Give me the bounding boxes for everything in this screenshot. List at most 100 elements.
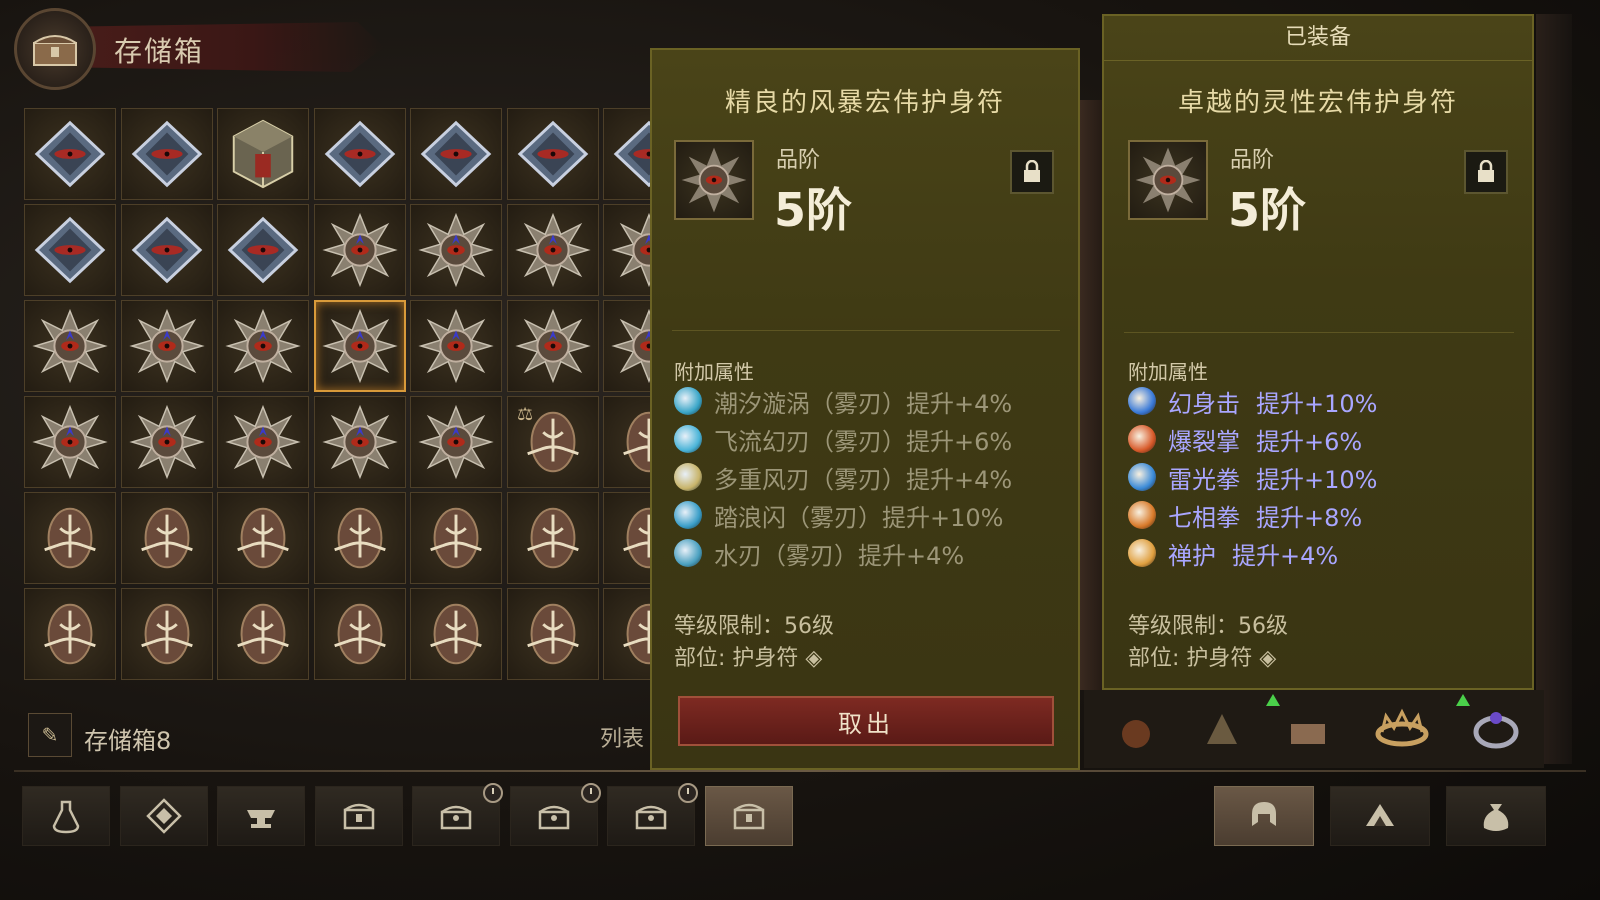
attributes-header: 附加属性: [1128, 360, 1208, 384]
inventory-slot-charm[interactable]: [506, 204, 599, 296]
inventory-slot-diamond[interactable]: [24, 204, 116, 296]
tab-ornate-chest[interactable]: [412, 783, 503, 846]
inventory-slot-rune[interactable]: [603, 396, 656, 488]
charm-icon: [321, 308, 398, 384]
level-requirement: 等级限制：56级: [1128, 614, 1288, 639]
inventory-slot-rune[interactable]: [313, 588, 406, 680]
lock-button[interactable]: [1464, 150, 1508, 194]
inventory-slot-charm[interactable]: [410, 300, 502, 392]
inventory-slot-charm[interactable]: [603, 300, 656, 392]
equip-slot[interactable]: [1094, 694, 1178, 764]
inventory-slot-rune[interactable]: [120, 588, 213, 680]
inventory-slot-rune[interactable]: [217, 588, 309, 680]
rune-icon: [526, 603, 579, 665]
tab-anvil[interactable]: [217, 786, 305, 846]
inventory-slot-rune[interactable]: [506, 588, 599, 680]
inventory-slot-charm[interactable]: [120, 300, 213, 392]
inventory-slot-charm[interactable]: [24, 396, 116, 488]
item-tooltip: 精良的风暴宏伟护身符 品阶 5阶 附加属性 等级限制：56级 部位: 护身符 ◈…: [650, 48, 1080, 770]
inventory-slot-rune[interactable]: [120, 492, 213, 584]
rune-icon: [333, 603, 386, 665]
skill-name: 雷光拳: [1168, 465, 1240, 494]
inventory-slot-charm[interactable]: [410, 204, 502, 296]
crown-ring-slot[interactable]: [1360, 694, 1444, 764]
inventory-slot-charm[interactable]: [217, 300, 309, 392]
inventory-slot-charm[interactable]: [506, 300, 599, 392]
attribute-text: 飞流幻刃（雾刃）提升+6%: [714, 427, 1013, 456]
attribute-text: 多重风刃（雾刃）提升+4%: [714, 465, 1013, 494]
inventory-slot-diamond[interactable]: [24, 108, 116, 200]
stash-title: 存储箱: [114, 35, 205, 68]
tab-bag[interactable]: [1446, 786, 1546, 846]
skill-name: 七相拳: [1168, 503, 1240, 532]
rune-icon: [430, 507, 482, 569]
charm-icon: [128, 404, 205, 480]
rune-icon: [44, 507, 96, 569]
rename-feather-button[interactable]: ✎: [28, 713, 72, 757]
inventory-slot-rune[interactable]: [410, 588, 502, 680]
skill-icon: [1128, 425, 1156, 453]
item-icon: [674, 140, 754, 220]
tab-helmet[interactable]: [1214, 786, 1314, 846]
inventory-slot-rune[interactable]: [603, 588, 656, 680]
inventory-slot-charm[interactable]: [313, 204, 406, 296]
inventory-slot-diamond[interactable]: [120, 108, 213, 200]
diamond-icon: [227, 216, 299, 284]
attribute-row: 禅护 提升+4%: [1128, 536, 1338, 570]
skill-bonus: 提升+8%: [1256, 503, 1363, 532]
item-title: 精良的风暴宏伟护身符: [724, 88, 1005, 118]
inventory-slot-diamond[interactable]: [603, 108, 656, 200]
right-edge-decoration: [1536, 14, 1572, 764]
inventory-slot-rune[interactable]: [24, 588, 116, 680]
inventory-slot-diamond[interactable]: [120, 204, 213, 296]
tab-chest[interactable]: [704, 786, 793, 846]
inventory-slot-diamond[interactable]: [217, 204, 309, 296]
inventory-slot-rune[interactable]: [313, 492, 406, 584]
equipped-item-icon: [1128, 140, 1208, 220]
take-out-button[interactable]: 取出: [678, 696, 1054, 746]
inventory-slot-charm[interactable]: [217, 396, 309, 488]
skill-icon: [674, 387, 702, 415]
inventory-slot-rune[interactable]: [24, 492, 116, 584]
inventory-slot-rune[interactable]: [506, 492, 599, 584]
list-view-button[interactable]: 列表: [600, 721, 644, 753]
inventory-slot-charm[interactable]: [313, 300, 406, 392]
inventory-slot-diamond[interactable]: [506, 108, 599, 200]
inventory-slot-charm[interactable]: [24, 300, 116, 392]
inventory-slot-rune[interactable]: [217, 492, 309, 584]
inventory-slot-charm[interactable]: [410, 396, 502, 488]
inventory-slot-charm[interactable]: [313, 396, 406, 488]
clock-icon: [678, 783, 698, 803]
equip-slot[interactable]: [1180, 694, 1264, 764]
tab-gem[interactable]: [119, 786, 208, 846]
attribute-row: 爆裂掌 提升+6%: [1128, 422, 1362, 456]
inventory-slot-rune[interactable]: [603, 492, 656, 584]
skill-bonus: 提升+6%: [1256, 427, 1363, 456]
diamond-icon: [131, 216, 202, 284]
tab-shard[interactable]: [1330, 786, 1430, 846]
charm-icon: [514, 212, 591, 288]
skill-icon: [674, 463, 702, 491]
stash-name: 存储箱8: [84, 727, 172, 755]
ring-slot[interactable]: [1454, 694, 1538, 764]
tab-potion[interactable]: [22, 786, 110, 846]
bag-icon: [1483, 804, 1509, 831]
inventory-slot-diamond[interactable]: [410, 108, 502, 200]
charm-icon: [32, 308, 108, 384]
inventory-slot-charm[interactable]: [603, 204, 656, 296]
equipment-slots: [1084, 690, 1544, 768]
divider: [14, 770, 1586, 772]
shard-icon: [1366, 804, 1394, 826]
inventory-slot-diamond[interactable]: [313, 108, 406, 200]
slot-info: 部位: 护身符 ◈: [674, 640, 822, 672]
inventory-slot-rune[interactable]: [410, 492, 502, 584]
tab-chest[interactable]: [314, 786, 403, 846]
rune-icon: [44, 603, 96, 665]
potion-icon: [52, 800, 80, 834]
inventory-slot-cube[interactable]: [217, 108, 309, 200]
lock-button[interactable]: [1010, 150, 1054, 194]
diamond-icon: [34, 120, 106, 188]
tab-ornate-chest[interactable]: [607, 783, 698, 846]
tab-ornate-chest[interactable]: [509, 783, 601, 846]
inventory-slot-charm[interactable]: [120, 396, 213, 488]
